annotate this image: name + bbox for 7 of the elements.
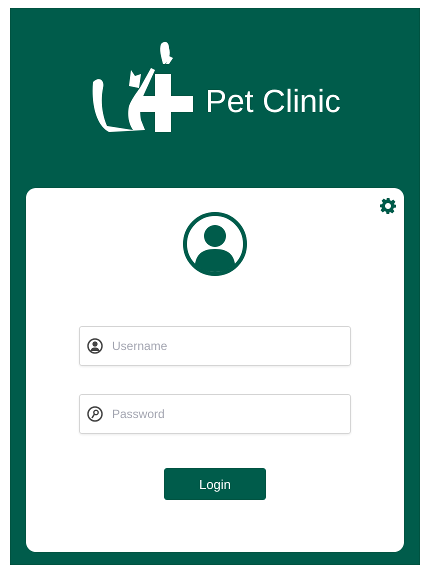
user-icon <box>87 338 103 354</box>
brand-name: Pet Clinic <box>205 83 341 120</box>
settings-icon[interactable] <box>380 198 396 214</box>
user-avatar-icon <box>183 212 247 276</box>
password-field[interactable]: Password <box>79 394 351 434</box>
username-field[interactable]: Username <box>79 326 351 366</box>
login-button[interactable]: Login <box>164 468 266 500</box>
